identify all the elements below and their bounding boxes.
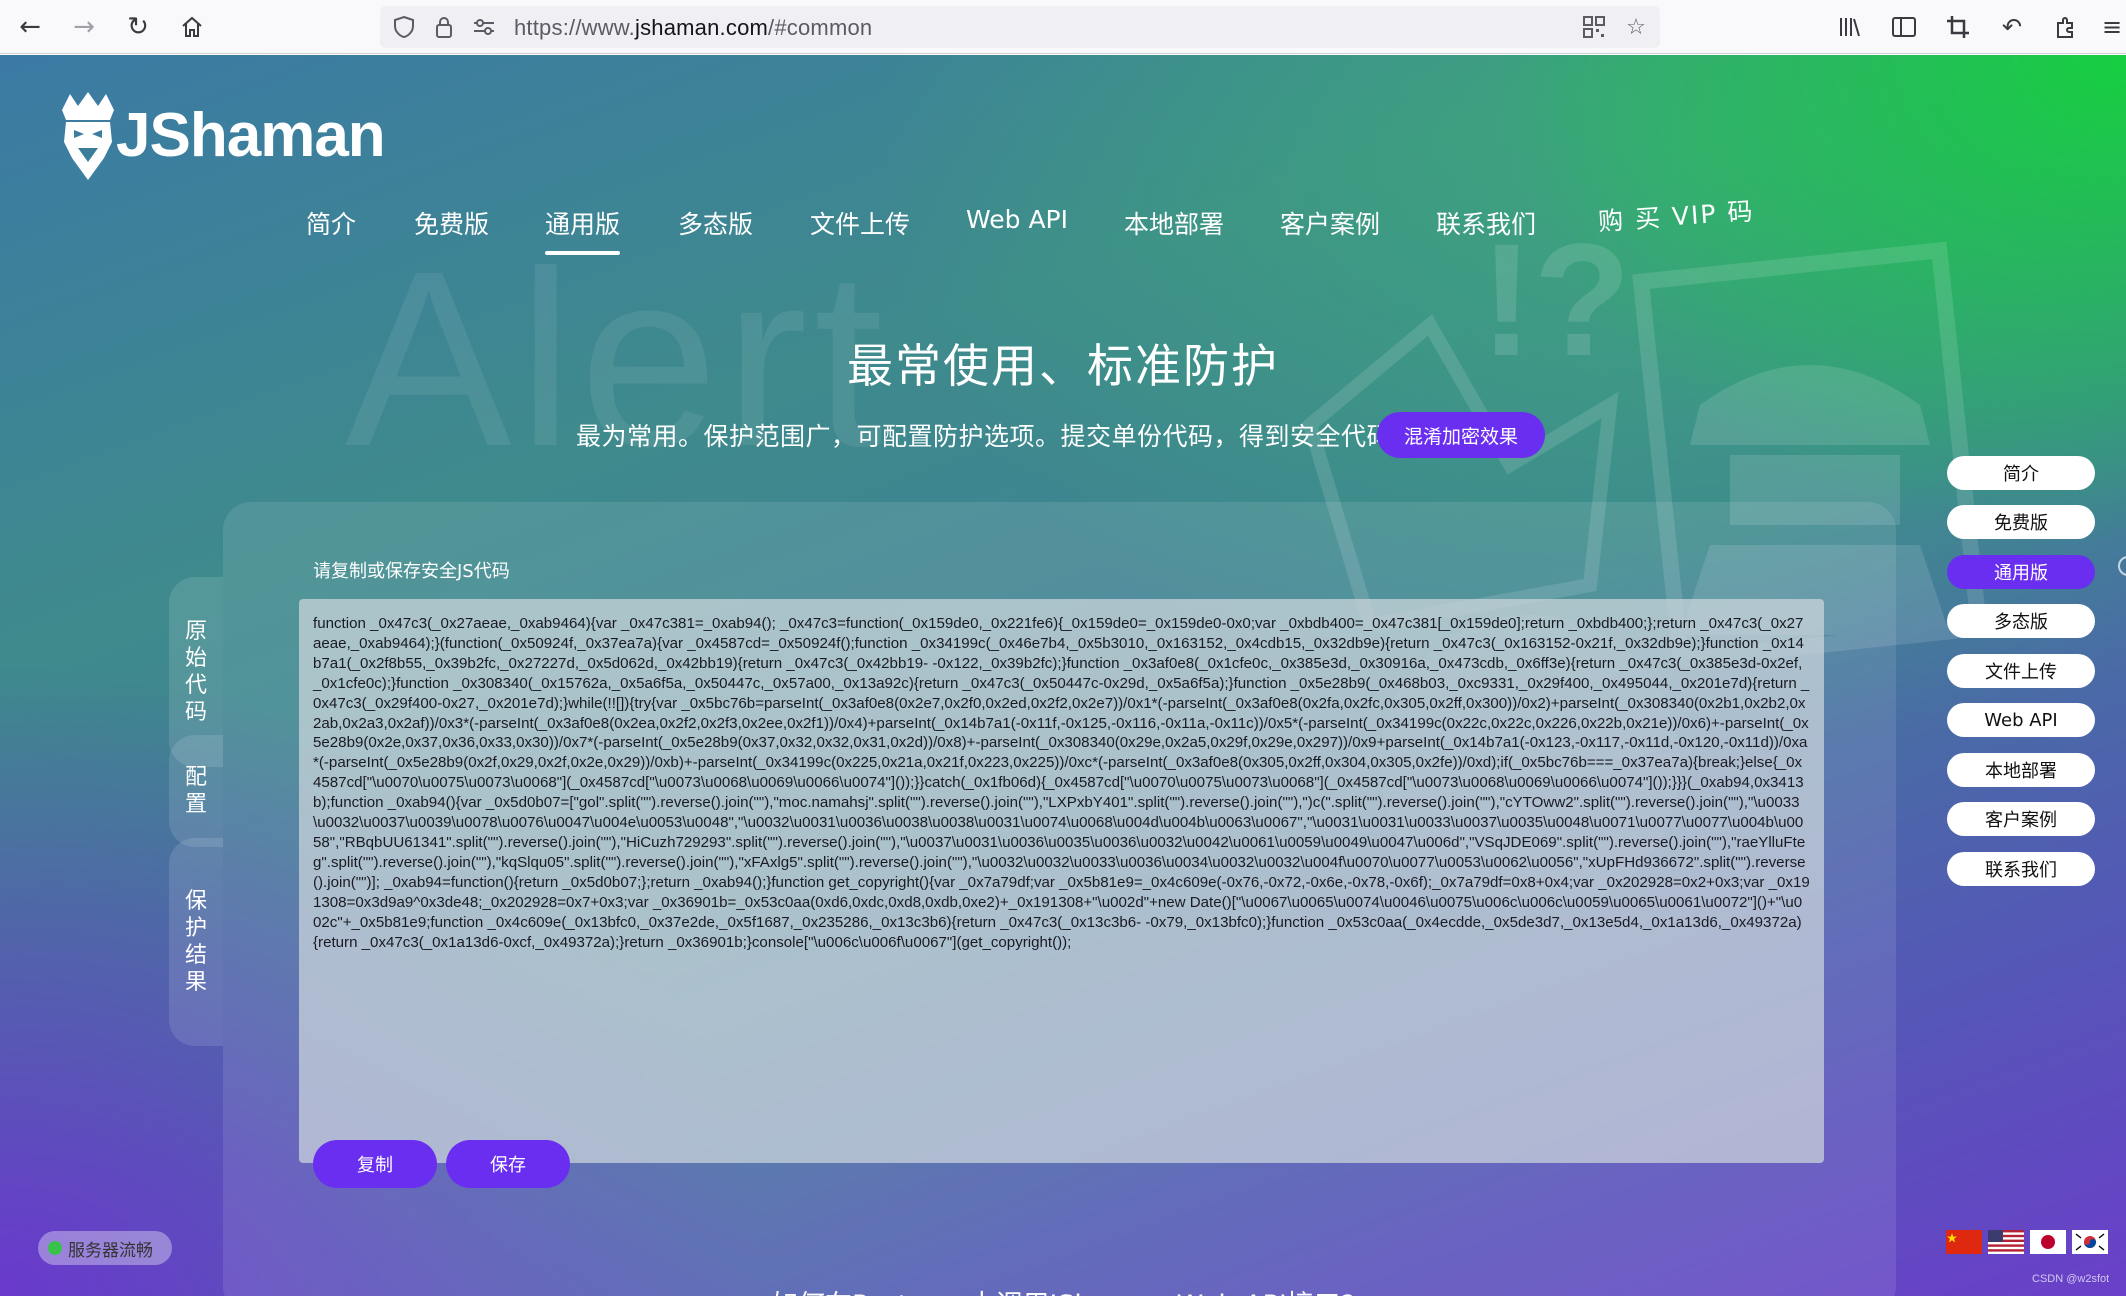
quick-nav-cases[interactable]: 客户案例 [1947,802,2095,836]
tab-protect-result[interactable]: 保护结果 [169,838,223,1046]
tab-label-original-code: 原始代码 [185,619,208,725]
flag-usa-icon[interactable] [1988,1230,2024,1254]
nav-item-intro[interactable]: 简介 [306,205,356,241]
permissions-icon[interactable] [470,13,498,41]
nav-item-buy-vip[interactable]: 购 买 VIP 码 [1597,192,1756,239]
page-body: Alert !? JShaman 简介 免费版 通用版 多态版 文件上传 Web… [0,55,2126,1296]
quick-nav-local-deploy[interactable]: 本地部署 [1947,753,2095,787]
flag-china-icon[interactable] [1946,1230,1982,1254]
nav-item-local-deploy[interactable]: 本地部署 [1124,205,1224,241]
menu-icon[interactable]: ≡ [2096,11,2126,43]
home-icon[interactable] [176,11,208,43]
flag-japan-icon[interactable] [2030,1230,2066,1254]
nav-item-polymorphic[interactable]: 多态版 [678,205,753,241]
nav-item-web-api[interactable]: Web API [966,205,1068,234]
server-status-badge: 服务器流畅 [38,1231,172,1265]
nav-item-cases[interactable]: 客户案例 [1280,205,1380,241]
logo-text: JShaman [116,101,386,170]
library-icon[interactable] [1834,11,1866,43]
hero-subtitle: 最为常用。保护范围广，可配置防护选项。提交单份代码，得到安全代码。 [576,422,1418,451]
main-nav: 简介 免费版 通用版 多态版 文件上传 Web API 本地部署 客户案例 联系… [0,197,2126,265]
lock-icon[interactable] [430,13,458,41]
shaman-mascot-icon [62,92,114,180]
quick-nav-file-upload[interactable]: 文件上传 [1947,654,2095,688]
qr-code-icon[interactable] [1580,13,1608,41]
tab-label-config: 配置 [185,765,208,817]
nav-item-contact[interactable]: 联系我们 [1436,205,1536,241]
quick-nav-common[interactable]: 通用版 [1947,555,2095,589]
nav-item-free[interactable]: 免费版 [414,205,489,241]
tab-config[interactable]: 配置 [169,735,223,847]
jshaman-logo[interactable]: JShaman [58,90,386,190]
obfuscation-effect-button[interactable]: 混淆加密效果 [1377,412,1545,458]
quick-nav-contact[interactable]: 联系我们 [1947,852,2095,886]
forward-icon[interactable]: → [68,11,100,43]
nav-item-common[interactable]: 通用版 [545,205,621,255]
protected-code-textarea[interactable]: function _0x47c3(_0x27aeae,_0xab9464){va… [299,599,1824,1163]
screenshot-crop-icon[interactable] [1942,11,1974,43]
quick-nav-intro[interactable]: 简介 [1947,456,2095,490]
quick-nav-web-api[interactable]: Web API [1947,703,2095,737]
bookmark-star-icon[interactable]: ☆ [1622,13,1650,41]
back-icon[interactable]: ← [14,11,46,43]
copy-button[interactable]: 复制 [313,1140,437,1188]
save-button[interactable]: 保存 [446,1140,570,1188]
shield-icon[interactable] [390,13,418,41]
output-label: 请复制或保存安全JS代码 [313,561,510,582]
quick-nav-free[interactable]: 免费版 [1947,505,2095,539]
status-dot-icon [48,1241,62,1255]
flag-korea-icon[interactable] [2072,1230,2108,1254]
browser-toolbar: ← → ↻ https://www.jshaman.com/#common ☆ … [0,0,2126,54]
extensions-icon[interactable] [2050,11,2082,43]
sidebar-icon[interactable] [1888,11,1920,43]
url-bar[interactable]: https://www.jshaman.com/#common ☆ [380,6,1660,48]
undo-icon[interactable]: ↶ [1996,11,2028,43]
nav-item-file-upload[interactable]: 文件上传 [810,205,910,241]
hero-title: 最常使用、标准防护 [847,339,1279,393]
reload-icon[interactable]: ↻ [122,11,154,43]
quick-nav-polymorphic[interactable]: 多态版 [1947,604,2095,638]
url-host: jshaman.com [635,15,769,40]
url-text[interactable]: https://www.jshaman.com/#common [514,15,872,41]
postman-article-link[interactable]: 如何在Postman中调用JShaman Web API接口? [0,1283,2126,1296]
url-path: /#common [768,15,873,40]
url-prefix: https://www. [514,15,635,40]
scroll-indicator-icon [2118,556,2126,576]
server-status-text: 服务器流畅 [68,1240,153,1261]
tab-label-protect-result: 保护结果 [185,889,208,995]
